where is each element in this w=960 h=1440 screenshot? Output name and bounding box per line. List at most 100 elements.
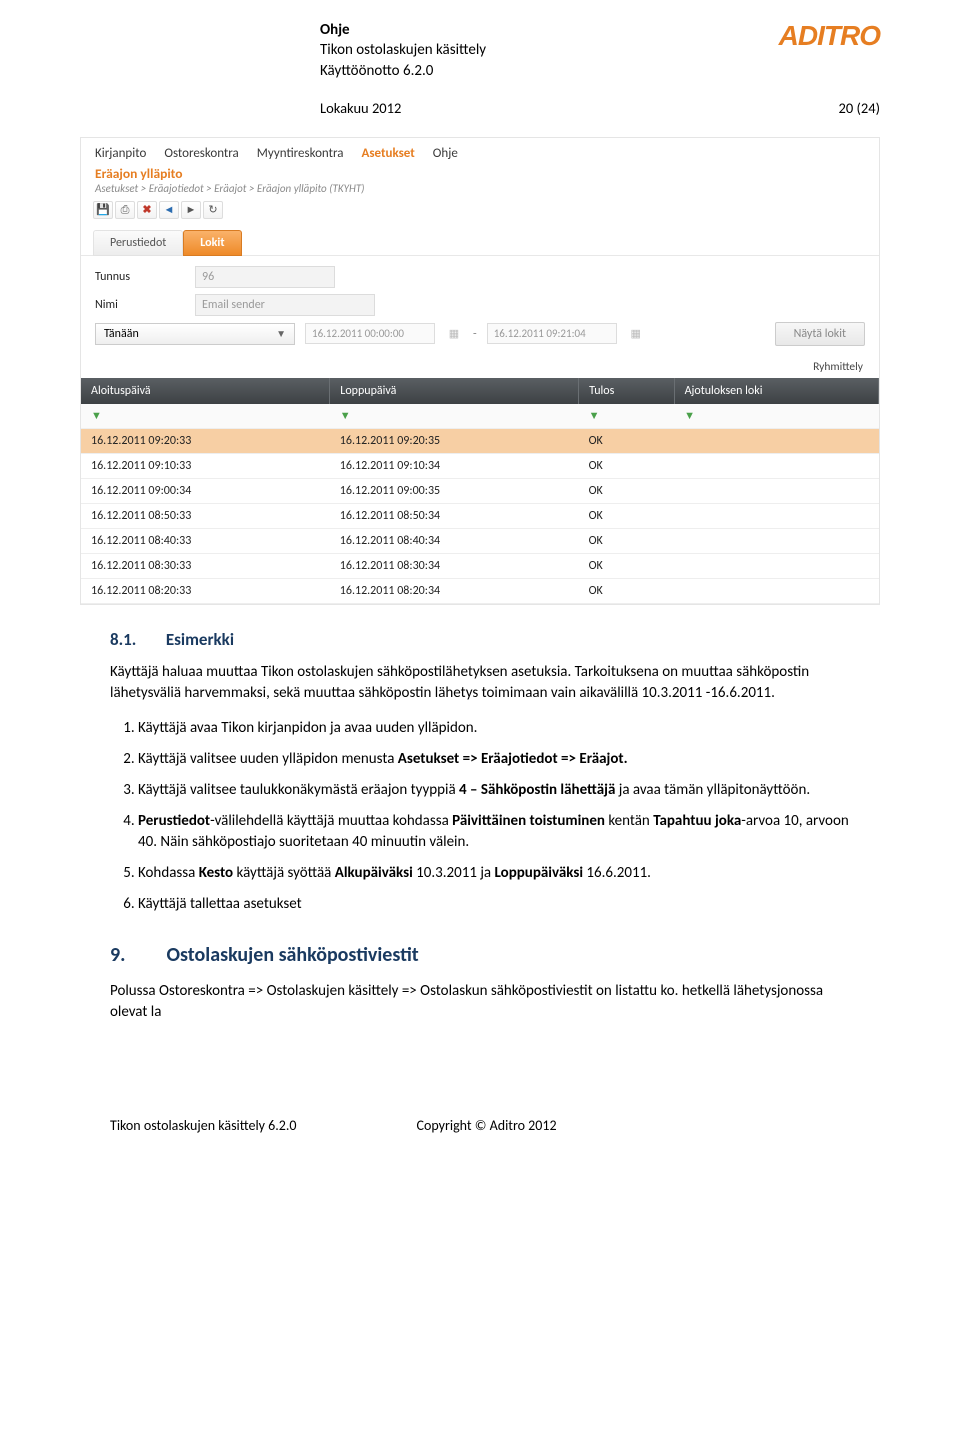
date-to-field[interactable]: 16.12.2011 09:21:04	[487, 323, 617, 344]
toolbar-save-icon[interactable]: 💾	[93, 201, 113, 219]
table-row[interactable]: 16.12.2011 08:40:3316.12.2011 08:40:34OK	[81, 528, 879, 553]
table-cell	[674, 578, 878, 603]
app-menu: Kirjanpito Ostoreskontra Myyntireskontra…	[81, 138, 879, 165]
table-cell: OK	[579, 553, 674, 578]
toolbar-forward-icon[interactable]: ►	[181, 201, 201, 219]
table-row[interactable]: 16.12.2011 09:00:3416.12.2011 09:00:35OK	[81, 478, 879, 503]
calendar-icon[interactable]: ▦	[445, 324, 463, 344]
table-cell: 16.12.2011 08:20:33	[81, 578, 330, 603]
menu-ohje[interactable]: Ohje	[433, 146, 458, 161]
table-cell: 16.12.2011 08:40:33	[81, 528, 330, 553]
tab-row: Perustiedot Lokit	[81, 229, 879, 256]
filter-icon[interactable]: ▼	[589, 409, 600, 422]
step-item: Käyttäjä tallettaa asetukset	[138, 894, 850, 915]
table-cell	[674, 428, 878, 453]
doc-subtitle1: Tikon ostolaskujen käsittely	[320, 40, 486, 60]
filter-icon[interactable]: ▼	[684, 409, 695, 422]
table-row[interactable]: 16.12.2011 09:10:3316.12.2011 09:10:34OK	[81, 453, 879, 478]
date-range-controls: Tänään ▼ 16.12.2011 00:00:00 ▦ - 16.12.2…	[95, 322, 865, 346]
table-cell	[674, 503, 878, 528]
date-from-field[interactable]: 16.12.2011 00:00:00	[305, 323, 435, 344]
section-number: 9.	[110, 943, 162, 967]
filter-icon[interactable]: ▼	[340, 409, 351, 422]
section-8-1-intro: Käyttäjä haluaa muuttaa Tikon ostolaskuj…	[110, 662, 850, 704]
nimi-label: Nimi	[95, 298, 185, 312]
table-cell	[674, 453, 878, 478]
section-title: Esimerkki	[166, 629, 234, 650]
table-cell: 16.12.2011 08:50:33	[81, 503, 330, 528]
table-cell: 16.12.2011 09:00:34	[81, 478, 330, 503]
toolbar-delete-icon[interactable]: ✖	[137, 201, 157, 219]
page-number: 20 (24)	[839, 99, 880, 117]
screen-title: Eräajon ylläpito	[81, 165, 879, 182]
col-aloituspaiva[interactable]: Aloituspäivä	[81, 378, 330, 404]
section-9-body: Polussa Ostoreskontra => Ostolaskujen kä…	[110, 981, 850, 1023]
table-header-row: Aloituspäivä Loppupäivä Tulos Ajotulokse…	[81, 378, 879, 404]
page-header: Ohje Tikon ostolaskujen käsittely Käyttö…	[0, 0, 960, 81]
table-cell: 16.12.2011 08:20:34	[330, 578, 579, 603]
doc-date: Lokakuu 2012	[320, 99, 401, 117]
menu-asetukset[interactable]: Asetukset	[361, 146, 414, 161]
filter-icon[interactable]: ▼	[91, 409, 102, 422]
tunnus-field: 96	[195, 266, 335, 288]
app-screenshot: Kirjanpito Ostoreskontra Myyntireskontra…	[80, 137, 880, 605]
form-area: Tunnus 96 Nimi Email sender Tänään ▼ 16.…	[81, 256, 879, 358]
table-cell: 16.12.2011 08:30:33	[81, 553, 330, 578]
col-tulos[interactable]: Tulos	[579, 378, 674, 404]
menu-ostoreskontra[interactable]: Ostoreskontra	[164, 146, 238, 161]
show-logs-button[interactable]: Näytä lokit	[775, 322, 865, 346]
col-ajotuloksen-loki[interactable]: Ajotuloksen loki	[674, 378, 878, 404]
toolbar-back-icon[interactable]: ◄	[159, 201, 179, 219]
tab-perustiedot[interactable]: Perustiedot	[93, 230, 183, 256]
breadcrumb: Asetukset > Eräajotiedot > Eräajot > Erä…	[81, 182, 879, 201]
footer-right: Copyright © Aditro 2012	[417, 1117, 557, 1134]
table-cell	[674, 553, 878, 578]
chevron-down-icon: ▼	[276, 327, 286, 340]
table-cell	[674, 528, 878, 553]
section-number: 8.1.	[110, 629, 162, 650]
log-table: Aloituspäivä Loppupäivä Tulos Ajotulokse…	[81, 378, 879, 604]
section-8-1-heading: 8.1. Esimerkki	[110, 629, 850, 650]
calendar-icon[interactable]: ▦	[627, 324, 645, 344]
toolbar-refresh-icon[interactable]: ↻	[203, 201, 223, 219]
step-item: Perustiedot-välilehdellä käyttäjä muutta…	[138, 811, 850, 853]
grouping-label: Ryhmittely	[81, 358, 879, 378]
table-cell: OK	[579, 478, 674, 503]
nimi-field: Email sender	[195, 294, 375, 316]
menu-kirjanpito[interactable]: Kirjanpito	[95, 146, 146, 161]
tunnus-label: Tunnus	[95, 270, 185, 284]
steps-list: Käyttäjä avaa Tikon kirjanpidon ja avaa …	[110, 718, 850, 915]
date-row: Lokakuu 2012 20 (24)	[0, 81, 960, 123]
table-row[interactable]: 16.12.2011 08:50:3316.12.2011 08:50:34OK	[81, 503, 879, 528]
table-cell: 16.12.2011 08:40:34	[330, 528, 579, 553]
table-cell: 16.12.2011 09:20:33	[81, 428, 330, 453]
step-item: Kohdassa Kesto käyttäjä syöttää Alkupäiv…	[138, 863, 850, 884]
page-footer: Tikon ostolaskujen käsittely 6.2.0 Copyr…	[0, 1077, 960, 1164]
section-title: Ostolaskujen sähköpostiviestit	[167, 943, 419, 967]
table-cell: 16.12.2011 09:10:33	[81, 453, 330, 478]
toolbar: 💾 ⎙ ✖ ◄ ► ↻	[81, 201, 879, 225]
menu-myyntireskontra[interactable]: Myyntireskontra	[257, 146, 344, 161]
table-cell: 16.12.2011 09:10:34	[330, 453, 579, 478]
doc-type: Ohje	[320, 20, 486, 40]
table-row[interactable]: 16.12.2011 08:30:3316.12.2011 08:30:34OK	[81, 553, 879, 578]
toolbar-print-icon[interactable]: ⎙	[115, 201, 135, 219]
table-cell: OK	[579, 578, 674, 603]
table-row[interactable]: 16.12.2011 08:20:3316.12.2011 08:20:34OK	[81, 578, 879, 603]
tab-lokit[interactable]: Lokit	[183, 230, 241, 256]
step-item: Käyttäjä avaa Tikon kirjanpidon ja avaa …	[138, 718, 850, 739]
aditro-logo: ADITRO	[779, 20, 880, 52]
table-cell: OK	[579, 428, 674, 453]
table-cell: 16.12.2011 08:50:34	[330, 503, 579, 528]
date-dash: -	[473, 327, 477, 341]
header-left: Ohje Tikon ostolaskujen käsittely Käyttö…	[320, 20, 486, 81]
table-cell: 16.12.2011 09:00:35	[330, 478, 579, 503]
table-cell: OK	[579, 453, 674, 478]
table-filter-row: ▼ ▼ ▼ ▼	[81, 404, 879, 429]
table-row[interactable]: 16.12.2011 09:20:3316.12.2011 09:20:35OK	[81, 428, 879, 453]
table-cell	[674, 478, 878, 503]
step-item: Käyttäjä valitsee uuden ylläpidon menust…	[138, 749, 850, 770]
range-select[interactable]: Tänään ▼	[95, 323, 295, 345]
col-loppupaiva[interactable]: Loppupäivä	[330, 378, 579, 404]
step-item: Käyttäjä valitsee taulukkonäkymästä eräa…	[138, 780, 850, 801]
